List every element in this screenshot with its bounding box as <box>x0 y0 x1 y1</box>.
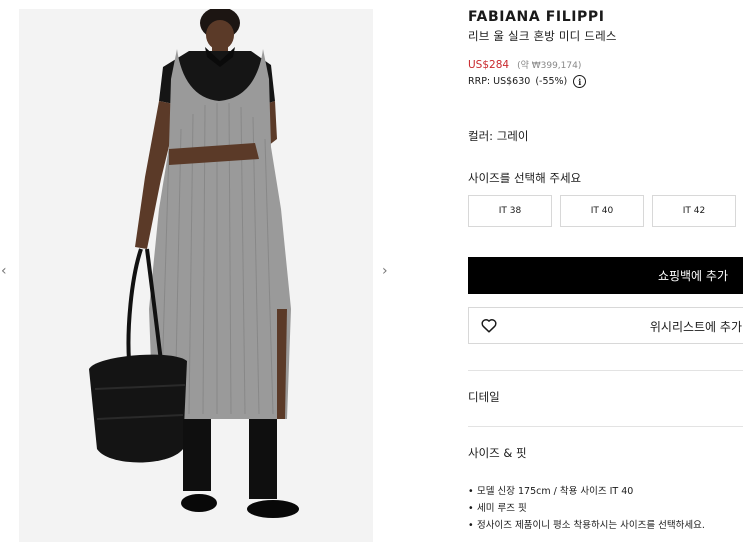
size-fit-notes: • 모델 신장 175cm / 착용 사이즈 IT 40 • 세미 루즈 핏 • 정사… <box>468 483 705 534</box>
wishlist-label: 위시리스트에 추가 <box>649 320 742 334</box>
size-options: IT 38 IT 40 IT 42 <box>468 195 743 227</box>
price-row: US$284 (약 ₩399,174) <box>468 58 581 71</box>
info-icon[interactable]: i <box>573 75 587 88</box>
size-option-it38[interactable]: IT 38 <box>468 195 552 227</box>
sale-price: US$284 <box>468 59 510 71</box>
details-section-toggle[interactable]: 디테일 <box>468 389 500 405</box>
size-option-it40[interactable]: IT 40 <box>560 195 644 227</box>
size-option-it42[interactable]: IT 42 <box>652 195 736 227</box>
color-label: 컬러: 그레이 <box>468 129 529 143</box>
rrp-price: RRP: US$630 <box>468 76 531 87</box>
heart-icon <box>481 318 497 336</box>
add-to-bag-button[interactable]: 쇼핑백에 추가 <box>468 257 743 294</box>
discount-percent: (-55%) <box>535 76 568 87</box>
list-item: • 정사이즈 제품이니 평소 착용하시는 사이즈를 선택하세요. <box>468 520 705 531</box>
list-item: • 모델 신장 175cm / 착용 사이즈 IT 40 <box>468 486 634 497</box>
divider <box>468 370 743 371</box>
add-to-wishlist-button[interactable]: 위시리스트에 추가 <box>468 307 743 344</box>
chevron-right-icon[interactable]: › <box>382 264 388 278</box>
converted-price: (약 ₩399,174) <box>517 61 582 71</box>
chevron-left-icon[interactable]: ‹ <box>1 264 7 278</box>
rrp-row: RRP: US$630 (-55%) i <box>468 75 587 88</box>
product-info-panel: FABIANA FILIPPI 리브 울 실크 혼방 미디 드레스 US$284… <box>468 0 743 557</box>
divider <box>468 426 743 427</box>
size-fit-section-toggle[interactable]: 사이즈 & 핏 <box>468 445 527 461</box>
product-gallery: ‹ › <box>0 0 400 557</box>
product-image[interactable] <box>19 9 373 542</box>
brand-name[interactable]: FABIANA FILIPPI <box>468 9 605 25</box>
product-title: 리브 울 실크 혼방 미디 드레스 <box>468 29 617 43</box>
size-prompt: 사이즈를 선택해 주세요 <box>468 171 582 185</box>
list-item: • 세미 루즈 핏 <box>468 503 527 514</box>
